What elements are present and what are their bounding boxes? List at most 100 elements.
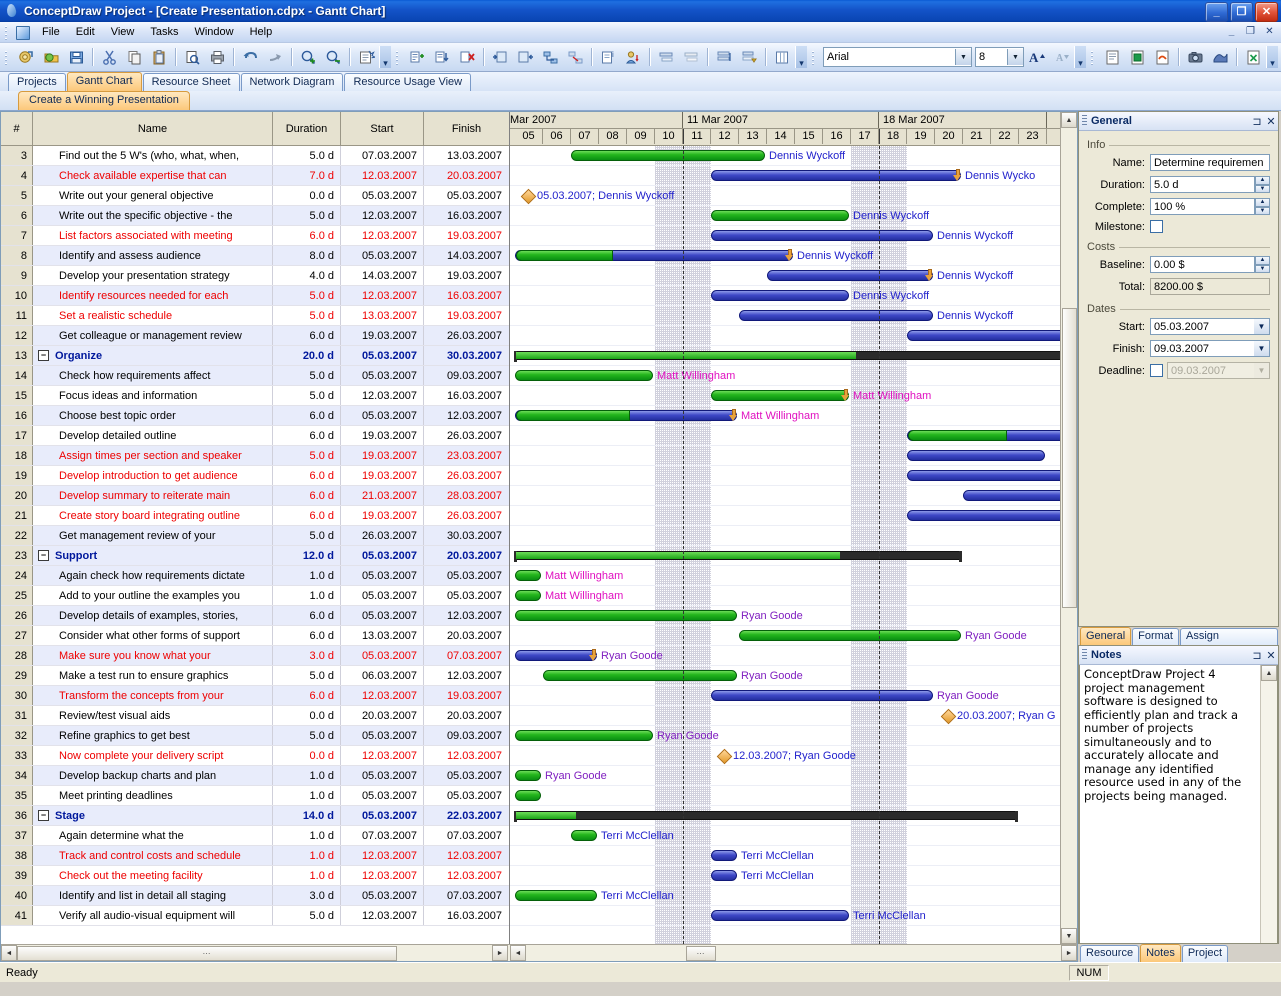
table-row[interactable]: 36− Stage 14.0 d 05.03.2007 22.03.2007 xyxy=(1,806,509,826)
task-duration-cell[interactable]: 3.0 d xyxy=(273,646,341,665)
table-row[interactable]: 3 Find out the 5 W's (who, what, when, 5.0… xyxy=(1,146,509,166)
task-bar-complete[interactable] xyxy=(515,790,541,801)
task-name-cell[interactable]: Assign times per section and speaker xyxy=(33,446,273,465)
spin-down-icon[interactable]: ▼ xyxy=(1255,264,1270,273)
row-number[interactable]: 31 xyxy=(1,706,33,725)
task-finish-cell[interactable]: 23.03.2007 xyxy=(424,446,509,465)
task-duration-cell[interactable]: 6.0 d xyxy=(273,406,341,425)
task-duration-cell[interactable]: 1.0 d xyxy=(273,766,341,785)
task-start-cell[interactable]: 12.03.2007 xyxy=(341,206,424,225)
font-name-dropdown-icon[interactable]: ▼ xyxy=(955,49,971,65)
task-name-cell[interactable]: Again check how requirements dictate xyxy=(33,566,273,585)
collapse-expander-icon[interactable]: − xyxy=(38,550,49,561)
task-finish-cell[interactable]: 05.03.2007 xyxy=(424,186,509,205)
panel-grip-handle[interactable] xyxy=(1082,115,1087,127)
task-duration-cell[interactable]: 5.0 d xyxy=(273,446,341,465)
task-finish-cell[interactable]: 16.03.2007 xyxy=(424,206,509,225)
task-duration-cell[interactable]: 5.0 d xyxy=(273,386,341,405)
task-duration-cell[interactable]: 6.0 d xyxy=(273,506,341,525)
task-bar-incomplete[interactable] xyxy=(711,870,737,881)
task-start-cell[interactable]: 05.03.2007 xyxy=(341,806,424,825)
chart-scroll-right-button[interactable]: ► xyxy=(1061,945,1077,961)
table-row[interactable]: 15 Focus ideas and information 5.0 d 12.03.… xyxy=(1,386,509,406)
table-row[interactable]: 40 Identify and list in detail all stagin… xyxy=(1,886,509,906)
gantt-row[interactable]: Dennis Wyckoff xyxy=(510,226,1060,246)
spin-down-icon[interactable]: ▼ xyxy=(1255,184,1270,193)
gantt-row[interactable]: Ryan Goode xyxy=(510,646,1060,666)
cut-icon[interactable] xyxy=(97,45,122,69)
deadline-checkbox[interactable] xyxy=(1150,364,1163,377)
gantt-row[interactable]: Dennis Wyckoff xyxy=(510,246,1060,266)
task-name-cell[interactable]: Now complete your delivery script xyxy=(33,746,273,765)
task-start-cell[interactable]: 05.03.2007 xyxy=(341,786,424,805)
task-start-cell[interactable]: 12.03.2007 xyxy=(341,386,424,405)
bottom-tab-notes[interactable]: Notes xyxy=(1140,944,1181,962)
task-finish-cell[interactable]: 07.03.2007 xyxy=(424,646,509,665)
task-name-cell[interactable]: Check available expertise that can xyxy=(33,166,273,185)
project-settings-icon[interactable] xyxy=(354,45,379,69)
task-bar-incomplete[interactable] xyxy=(907,330,1060,341)
export-csv-icon[interactable] xyxy=(1241,45,1266,69)
tab-create-a-winning-presentation[interactable]: Create a Winning Presentation xyxy=(18,91,190,110)
column-header-start[interactable]: Start xyxy=(341,112,424,145)
task-name-cell[interactable]: Meet printing deadlines xyxy=(33,786,273,805)
row-number[interactable]: 24 xyxy=(1,566,33,585)
notes-scroll-up-button[interactable]: ▲ xyxy=(1261,665,1277,681)
task-bar-complete[interactable] xyxy=(571,150,765,161)
row-number[interactable]: 41 xyxy=(1,906,33,925)
table-row[interactable]: 38 Track and control costs and schedule 1.… xyxy=(1,846,509,866)
row-number[interactable]: 15 xyxy=(1,386,33,405)
panel-tab-assign-resources[interactable]: Assign Resources xyxy=(1179,628,1278,657)
column-header-number[interactable]: # xyxy=(1,112,33,145)
table-row[interactable]: 12 Get colleague or management review 6.0 … xyxy=(1,326,509,346)
task-start-cell[interactable]: 05.03.2007 xyxy=(341,366,424,385)
spin-down-icon[interactable]: ▼ xyxy=(1255,206,1270,215)
task-duration-cell[interactable]: 1.0 d xyxy=(273,786,341,805)
toolbar-overflow-tasks[interactable]: ▾ xyxy=(795,46,807,68)
row-number[interactable]: 9 xyxy=(1,266,33,285)
task-start-cell[interactable]: 05.03.2007 xyxy=(341,726,424,745)
task-duration-cell[interactable]: 1.0 d xyxy=(273,826,341,845)
task-name-cell[interactable]: Set a realistic schedule xyxy=(33,306,273,325)
task-duration-cell[interactable]: 6.0 d xyxy=(273,606,341,625)
tab-resource-usage-view[interactable]: Resource Usage View xyxy=(344,73,472,91)
gantt-row[interactable]: Ryan Goode xyxy=(510,726,1060,746)
task-start-cell[interactable]: 12.03.2007 xyxy=(341,286,424,305)
task-finish-cell[interactable]: 26.03.2007 xyxy=(424,426,509,445)
font-size-dropdown-icon[interactable]: ▼ xyxy=(1007,49,1023,65)
table-row[interactable]: 29 Make a test run to ensure graphics 5.0 … xyxy=(1,666,509,686)
row-number[interactable]: 29 xyxy=(1,666,33,685)
task-finish-cell[interactable]: 19.03.2007 xyxy=(424,686,509,705)
task-duration-cell[interactable]: 7.0 d xyxy=(273,166,341,185)
task-finish-cell[interactable]: 12.03.2007 xyxy=(424,866,509,885)
task-duration-cell[interactable]: 6.0 d xyxy=(273,226,341,245)
task-name-cell[interactable]: Identify and assess audience xyxy=(33,246,273,265)
gantt-row[interactable] xyxy=(510,806,1060,826)
task-duration-cell[interactable]: 5.0 d xyxy=(273,366,341,385)
vertical-scroll-thumb[interactable] xyxy=(1061,308,1077,608)
task-bar-incomplete[interactable] xyxy=(515,650,597,661)
task-start-cell[interactable]: 12.03.2007 xyxy=(341,166,424,185)
task-start-cell[interactable]: 19.03.2007 xyxy=(341,446,424,465)
gantt-row[interactable] xyxy=(510,546,1060,566)
task-bar-incomplete[interactable] xyxy=(711,290,849,301)
table-row[interactable]: 4 Check available expertise that can 7.0 d… xyxy=(1,166,509,186)
task-name-cell[interactable]: − Organize xyxy=(33,346,273,365)
task-start-cell[interactable]: 12.03.2007 xyxy=(341,866,424,885)
task-start-cell[interactable]: 07.03.2007 xyxy=(341,146,424,165)
gantt-row[interactable]: Ryan Goode xyxy=(510,606,1060,626)
table-row[interactable]: 23− Support 12.0 d 05.03.2007 20.03.2007 xyxy=(1,546,509,566)
task-finish-cell[interactable]: 05.03.2007 xyxy=(424,566,509,585)
task-finish-cell[interactable]: 12.03.2007 xyxy=(424,606,509,625)
start-date-dropdown-icon[interactable]: ▼ xyxy=(1254,318,1270,335)
task-bar-complete[interactable] xyxy=(515,570,541,581)
task-name-cell[interactable]: Develop introduction to get audience xyxy=(33,466,273,485)
task-name-cell[interactable]: List factors associated with meeting xyxy=(33,226,273,245)
task-name-cell[interactable]: − Stage xyxy=(33,806,273,825)
table-row[interactable]: 9 Develop your presentation strategy 4.0 d… xyxy=(1,266,509,286)
row-number[interactable]: 17 xyxy=(1,426,33,445)
task-start-cell[interactable]: 19.03.2007 xyxy=(341,466,424,485)
task-bar-complete[interactable] xyxy=(515,610,737,621)
menu-item-file[interactable]: File xyxy=(34,24,68,40)
gantt-row[interactable]: Ryan Goode xyxy=(510,666,1060,686)
